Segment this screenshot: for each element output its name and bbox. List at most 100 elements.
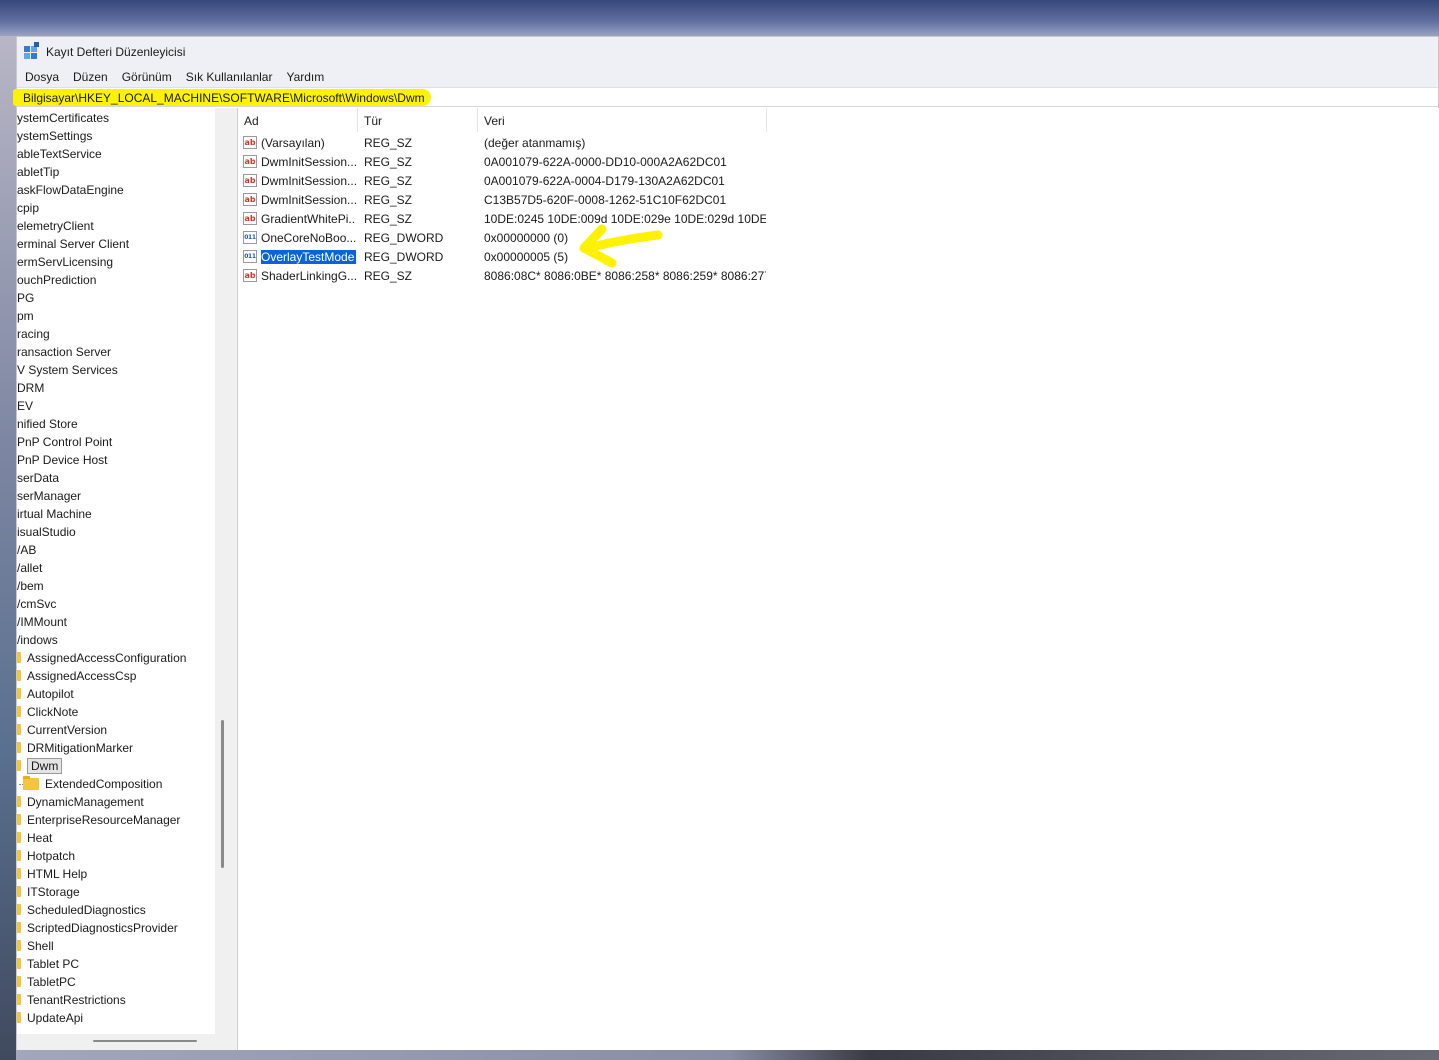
tree-item-label: abletTip	[17, 165, 60, 179]
tree-item[interactable]: erminal Server Client	[17, 235, 129, 253]
tree-item[interactable]: pm	[17, 307, 34, 325]
tree-item[interactable]: askFlowDataEngine	[17, 181, 124, 199]
value-row[interactable]: ab (Varsayılan) REG_SZ (değer atanmamış)	[238, 134, 768, 153]
tree-item[interactable]: nified Store	[17, 415, 78, 433]
tree-item[interactable]: ystemCertificates	[17, 109, 109, 127]
tree-item[interactable]: cpip	[17, 199, 39, 217]
value-row[interactable]: 011 OneCoreNoBoo... REG_DWORD 0x00000000 (0…	[238, 229, 768, 248]
tree-item[interactable]: DynamicManagement	[17, 793, 144, 811]
tree-item[interactable]: /bem	[17, 577, 44, 595]
tree-item[interactable]: irtual Machine	[17, 505, 92, 523]
tree-item[interactable]: Tablet PC	[17, 955, 79, 973]
tree-item-label: cpip	[17, 201, 40, 215]
folder-icon	[17, 670, 21, 681]
column-header-name[interactable]: Ad	[238, 108, 358, 132]
tree-item-label: Shell	[27, 939, 54, 953]
registry-key-tree[interactable]: ystemCertificates ystemSettings ableTextSe…	[17, 108, 216, 1034]
address-bar[interactable]: Bilgisayar\HKEY_LOCAL_MACHINE\SOFTWARE\M…	[13, 87, 1438, 107]
tree-item[interactable]: serData	[17, 469, 59, 487]
tree-item[interactable]: ScriptedDiagnosticsProvider	[17, 919, 178, 937]
tree-item[interactable]: ableTextService	[17, 145, 102, 163]
title-bar[interactable]: Kayıt Defteri Düzenleyicisi	[17, 37, 1438, 67]
tree-item[interactable]: abletTip	[17, 163, 59, 181]
registry-values-list[interactable]: Ad Tür Veri ab (Varsayılan) REG_SZ (değer a…	[238, 108, 1439, 1050]
tree-item[interactable]: ClickNote	[17, 703, 78, 721]
tree-item[interactable]: TenantRestrictions	[17, 991, 126, 1009]
tree-item[interactable]: TabletPC	[17, 973, 76, 991]
tree-item[interactable]: AssignedAccessCsp	[17, 667, 136, 685]
tree-item[interactable]: UpdateApi	[17, 1009, 83, 1027]
string-value-icon: ab	[243, 174, 257, 187]
tree-item[interactable]: Autopilot	[17, 685, 74, 703]
tree-item[interactable]: /allet	[17, 559, 42, 577]
value-row[interactable]: ab ShaderLinkingG... REG_SZ 8086:08C* 8086:…	[238, 267, 768, 286]
folder-icon	[17, 724, 21, 735]
menu-favorites[interactable]: Sık Kullanılanlar	[179, 67, 280, 87]
tree-item-label: ouchPrediction	[17, 273, 97, 287]
tree-item[interactable]: ermServLicensing	[17, 253, 113, 271]
tree-item[interactable]: PnP Device Host	[17, 451, 108, 469]
tree-item[interactable]: /IMMount	[17, 613, 67, 631]
tree-item[interactable]: racing	[17, 325, 50, 343]
string-value-icon: ab	[243, 136, 257, 149]
tree-item[interactable]: V System Services	[17, 361, 118, 379]
tree-item[interactable]: EV	[17, 397, 33, 415]
menu-edit[interactable]: Düzen	[66, 67, 115, 87]
tree-item[interactable]: Hotpatch	[17, 847, 75, 865]
registry-editor-window: Kayıt Defteri Düzenleyicisi Dosya Düzen …	[13, 36, 1439, 1050]
menu-view[interactable]: Görünüm	[115, 67, 179, 87]
dword-value-icon: 011	[243, 250, 257, 263]
value-row[interactable]: ab DwmInitSession... REG_SZ C13B57D5-620F-0…	[238, 191, 768, 210]
tree-item-label: DRM	[17, 381, 45, 395]
tree-vertical-scrollbar[interactable]	[215, 108, 233, 1050]
tree-item-label: DRMitigationMarker	[27, 741, 134, 755]
tree-item[interactable]: ransaction Server	[17, 343, 111, 361]
menu-file[interactable]: Dosya	[17, 67, 66, 87]
address-path[interactable]: Bilgisayar\HKEY_LOCAL_MACHINE\SOFTWARE\M…	[23, 91, 425, 105]
tree-scroll-thumb[interactable]	[221, 720, 224, 868]
tree-item-label: HTML Help	[27, 867, 88, 881]
value-row[interactable]: 011 OverlayTestMode REG_DWORD 0x00000005 (5…	[238, 248, 768, 267]
tree-item-label: Hotpatch	[27, 849, 76, 863]
value-row[interactable]: ab DwmInitSession... REG_SZ 0A001079-622A-0…	[238, 172, 768, 191]
tree-item[interactable]: AssignedAccessConfiguration	[17, 649, 186, 667]
tree-item[interactable]: /cmSvc	[17, 595, 56, 613]
tree-item[interactable]: Heat	[17, 829, 52, 847]
value-data: C13B57D5-620F-0008-1262-51C10F62DC01	[484, 193, 727, 207]
tree-item[interactable]: serManager	[17, 487, 81, 505]
tree-item[interactable]: ITStorage	[17, 883, 80, 901]
column-header-type[interactable]: Tür	[358, 108, 478, 132]
tree-item[interactable]: DRM	[17, 379, 44, 397]
tree-item[interactable]: isualStudio	[17, 523, 76, 541]
tree-item[interactable]: /AB	[17, 541, 36, 559]
tree-item[interactable]: EnterpriseResourceManager	[17, 811, 180, 829]
tree-item-child[interactable]: ExtendedComposition	[17, 775, 162, 793]
tree-item[interactable]: PnP Control Point	[17, 433, 112, 451]
folder-icon	[17, 760, 21, 771]
value-row[interactable]: ab DwmInitSession... REG_SZ 0A001079-622A-0…	[238, 153, 768, 172]
tree-item[interactable]: DRMitigationMarker	[17, 739, 133, 757]
menu-help[interactable]: Yardım	[279, 67, 331, 87]
value-row[interactable]: ab GradientWhitePi... REG_SZ 10DE:0245 10DE…	[238, 210, 768, 229]
tree-item[interactable]: ystemSettings	[17, 127, 92, 145]
value-name: GradientWhitePi...	[261, 212, 356, 226]
tree-item-label: /bem	[17, 579, 44, 593]
tree-item[interactable]: CurrentVersion	[17, 721, 107, 739]
tree-hscroll-thumb[interactable]	[93, 1040, 197, 1042]
tree-item[interactable]: HTML Help	[17, 865, 87, 883]
folder-icon	[23, 776, 39, 790]
tree-item-label: /IMMount	[17, 615, 68, 629]
tree-item-label: erminal Server Client	[17, 237, 130, 251]
column-header-data[interactable]: Veri	[478, 108, 767, 132]
tree-item-label: askFlowDataEngine	[17, 183, 124, 197]
tree-item[interactable]: /indows	[17, 631, 58, 649]
tree-item-label: PG	[17, 291, 35, 305]
tree-item[interactable]: PG	[17, 289, 34, 307]
tree-item[interactable]: elemetryClient	[17, 217, 94, 235]
tree-horizontal-scrollbar[interactable]	[17, 1034, 215, 1050]
tree-item[interactable]: Shell	[17, 937, 54, 955]
tree-item-selected[interactable]: Dwm	[17, 757, 63, 775]
tree-item-label: PnP Device Host	[17, 453, 108, 467]
tree-item[interactable]: ouchPrediction	[17, 271, 96, 289]
tree-item[interactable]: ScheduledDiagnostics	[17, 901, 146, 919]
